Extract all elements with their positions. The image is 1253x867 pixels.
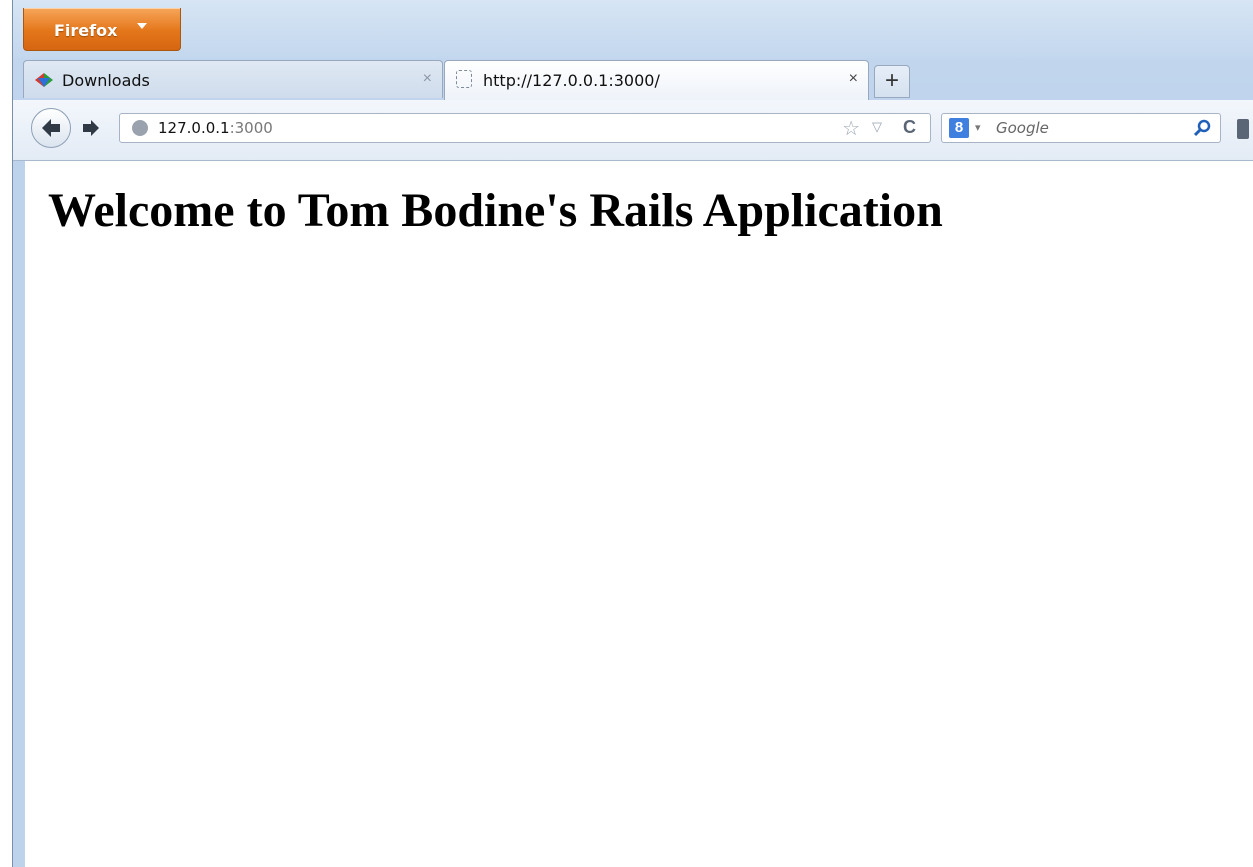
downloads-favicon-icon bbox=[35, 73, 53, 87]
chevron-down-icon bbox=[137, 23, 147, 29]
url-port: :3000 bbox=[229, 119, 273, 137]
firefox-menu-button[interactable]: Firefox bbox=[23, 8, 181, 51]
star-icon[interactable]: ☆ bbox=[842, 116, 860, 141]
url-text: 127.0.0.1:3000 bbox=[158, 119, 273, 137]
blank-page-favicon-icon bbox=[456, 70, 472, 88]
forward-arrow-icon bbox=[83, 120, 99, 136]
tab-label: http://127.0.0.1:3000/ bbox=[483, 71, 660, 90]
magnifier-icon[interactable] bbox=[1192, 118, 1212, 138]
tab-downloads[interactable]: Downloads × bbox=[23, 60, 443, 98]
page-content: Welcome to Tom Bodine's Rails Applicatio… bbox=[25, 161, 1253, 867]
tab-localhost[interactable]: http://127.0.0.1:3000/ × bbox=[444, 60, 869, 100]
google-engine-icon[interactable]: 8 bbox=[949, 118, 969, 138]
tab-strip: Downloads × http://127.0.0.1:3000/ × + bbox=[23, 60, 1253, 100]
navigation-toolbar: 127.0.0.1:3000 ☆ ▽ C 8 ▾ Google bbox=[13, 100, 1253, 161]
history-dropdown-icon[interactable]: ▽ bbox=[872, 119, 882, 135]
back-button[interactable] bbox=[31, 108, 71, 148]
url-host: 127.0.0.1 bbox=[158, 119, 230, 137]
title-bar: Firefox bbox=[13, 0, 1253, 58]
toolbar-overflow-icon[interactable] bbox=[1237, 119, 1249, 139]
address-bar[interactable]: 127.0.0.1:3000 ☆ ▽ C bbox=[119, 113, 931, 143]
tab-label: Downloads bbox=[62, 71, 150, 90]
close-icon[interactable]: × bbox=[423, 70, 432, 88]
back-arrow-icon bbox=[42, 119, 60, 137]
browser-window: Firefox Downloads × http://127.0.0.1:300… bbox=[12, 0, 1253, 867]
page-heading: Welcome to Tom Bodine's Rails Applicatio… bbox=[48, 184, 943, 237]
globe-icon bbox=[132, 120, 148, 136]
engine-dropdown-icon[interactable]: ▾ bbox=[975, 121, 981, 134]
search-placeholder: Google bbox=[996, 119, 1049, 137]
search-bar[interactable]: 8 ▾ Google bbox=[941, 113, 1221, 143]
desktop-edge bbox=[0, 0, 11, 867]
firefox-menu-label: Firefox bbox=[54, 21, 118, 40]
reload-icon[interactable]: C bbox=[903, 117, 916, 138]
close-icon[interactable]: × bbox=[849, 70, 858, 88]
new-tab-button[interactable]: + bbox=[874, 65, 910, 98]
forward-button[interactable] bbox=[71, 114, 107, 142]
